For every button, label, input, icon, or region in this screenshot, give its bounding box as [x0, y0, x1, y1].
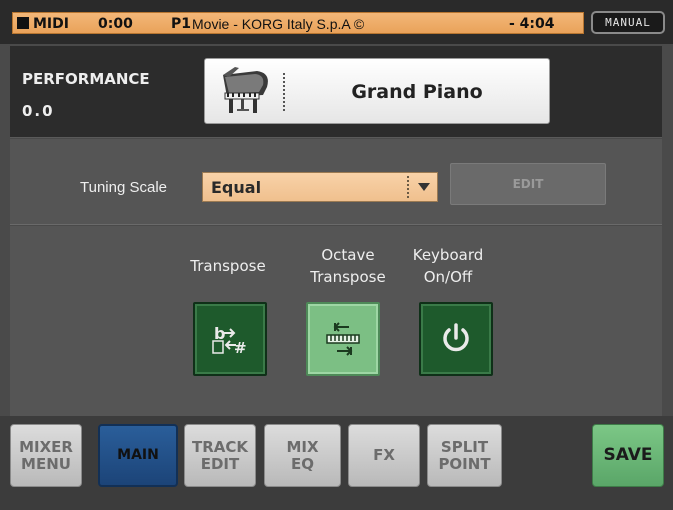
time-remaining: - 4:04 [509, 16, 555, 32]
tab-track-edit[interactable]: TRACK EDIT [184, 424, 256, 487]
svg-text:b: b [214, 324, 225, 343]
song-status-strip[interactable]: MIDI 0:00 P1 Movie - KORG Italy S.p.A © … [12, 12, 584, 34]
edit-button[interactable]: EDIT [450, 163, 606, 205]
octave-transpose-icon [326, 322, 360, 356]
tab-fx[interactable]: FX [348, 424, 420, 487]
bottom-tab-bar: MIXER MENU MAIN TRACK EDIT MIX EQ FX SPL… [0, 416, 673, 510]
tab-split-point[interactable]: SPLIT POINT [427, 424, 502, 487]
chevron-down-icon[interactable] [415, 179, 433, 195]
top-status-bar: MIDI 0:00 P1 Movie - KORG Italy S.p.A © … [0, 0, 673, 44]
svg-text:#: # [234, 339, 247, 357]
transpose-label: Transpose [190, 257, 266, 275]
save-button[interactable]: SAVE [592, 424, 664, 487]
keyboard-onoff-button[interactable] [419, 302, 493, 376]
stop-square-icon [17, 17, 29, 29]
power-icon [443, 323, 469, 352]
tuning-scale-dropdown[interactable]: Equal [202, 172, 438, 202]
octave-transpose-label: Octave Transpose [310, 246, 386, 286]
tuning-section: Tuning Scale Equal EDIT [10, 139, 662, 225]
transpose-button[interactable]: b # [193, 302, 267, 376]
song-slot: P1 [171, 16, 192, 32]
tab-mix-eq[interactable]: MIX EQ [264, 424, 341, 487]
tab-mixer-menu[interactable]: MIXER MENU [10, 424, 82, 487]
transpose-flat-sharp-icon: b # [212, 324, 247, 357]
grand-piano-icon [223, 67, 268, 113]
manual-button[interactable]: MANUAL [591, 11, 665, 34]
elapsed-time: 0:00 [98, 16, 133, 32]
sound-name: Grand Piano [351, 81, 483, 103]
tab-main[interactable]: MAIN [98, 424, 178, 487]
tuning-scale-label: Tuning Scale [80, 179, 167, 196]
controls-section: Transpose Octave Transpose Keyboard On/O… [10, 226, 662, 416]
dropdown-separator [407, 176, 409, 198]
sound-selector[interactable]: Grand Piano [204, 58, 550, 124]
performance-title: PERFORMANCE [22, 70, 150, 88]
song-title: Movie - KORG Italy S.p.A © [192, 16, 365, 32]
octave-transpose-button[interactable] [306, 302, 380, 376]
tuning-scale-value: Equal [211, 178, 262, 197]
performance-panel: PERFORMANCE 0.0 Grand Piano [10, 46, 662, 138]
midi-label: MIDI [33, 16, 69, 32]
keyboard-onoff-label: Keyboard On/Off [412, 246, 484, 286]
performance-value: 0.0 [22, 102, 55, 120]
